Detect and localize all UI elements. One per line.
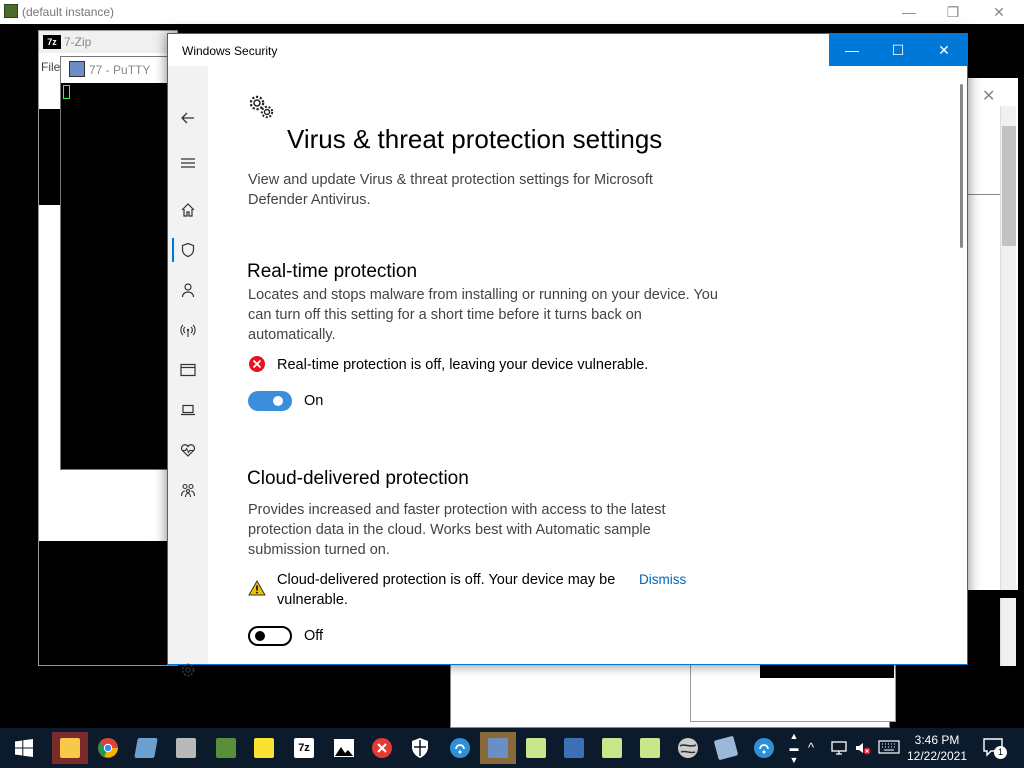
cloud-alert-line-2: vulnerable.	[277, 592, 348, 608]
back-arrow-icon[interactable]	[168, 106, 208, 130]
scrollbar[interactable]	[1000, 106, 1016, 666]
cloud-protection-heading: Cloud-delivered protection	[247, 468, 469, 489]
shield-icon[interactable]	[168, 238, 208, 262]
realtime-description-line-3: automatically.	[248, 327, 336, 343]
volume-muted-icon[interactable]	[854, 740, 872, 759]
putty-taskbar-icon[interactable]	[480, 732, 516, 764]
7zip-title: 7-Zip	[64, 35, 92, 49]
chrome-icon[interactable]	[90, 732, 126, 764]
close-icon[interactable]: ✕	[982, 86, 995, 106]
hyper-v-icon[interactable]	[128, 732, 164, 764]
file-explorer-icon[interactable]	[52, 732, 88, 764]
content-scrollbar[interactable]	[960, 84, 963, 248]
background-putty-window[interactable]: 77 - PuTTY	[60, 56, 180, 470]
page-title: Virus & threat protection settings	[287, 124, 663, 154]
realtime-toggle-label: On	[304, 393, 324, 409]
hamburger-menu-icon[interactable]	[168, 151, 208, 175]
minimize-button[interactable]: —	[829, 34, 875, 66]
show-hidden-icons-chevron-icon[interactable]: ^	[808, 740, 814, 755]
navigation-sidebar	[168, 66, 208, 677]
notification-center-icon[interactable]: 1	[982, 736, 1007, 760]
vm-restore-button[interactable]: ❐	[930, 2, 976, 22]
vm-app-icon	[4, 4, 18, 18]
network-app-icon[interactable]	[442, 732, 478, 764]
cloud-protection-toggle[interactable]	[248, 626, 292, 646]
app-browser-icon[interactable]	[168, 358, 208, 382]
clock[interactable]: 3:46 PM 12/22/2021	[900, 732, 974, 764]
laptop-icon[interactable]	[168, 398, 208, 422]
background-strip	[966, 590, 1018, 598]
window-titlebar[interactable]: Windows Security — ☐ ✕	[168, 34, 967, 66]
realtime-description-line-2: can turn off this setting for a short ti…	[248, 307, 642, 323]
start-button[interactable]	[6, 732, 42, 764]
network-app-2-icon[interactable]	[746, 732, 782, 764]
close-button[interactable]: ✕	[921, 34, 967, 66]
network-icon[interactable]	[830, 740, 848, 759]
realtime-description-line-1: Locates and stops malware from installin…	[248, 287, 718, 303]
clock-date: 12/22/2021	[906, 749, 968, 763]
gears-icon	[248, 94, 276, 127]
putty-icon	[69, 61, 85, 77]
vm-close-button[interactable]: ✕	[976, 2, 1022, 22]
background-strip-2	[760, 664, 894, 678]
notepad-icon[interactable]	[518, 732, 554, 764]
filezilla-icon[interactable]	[556, 732, 592, 764]
file-transfer-icon[interactable]	[708, 732, 744, 764]
terminal-cursor	[63, 85, 70, 99]
family-icon[interactable]	[168, 478, 208, 502]
windows-security-window: Windows Security — ☐ ✕ Virus & threat pr…	[167, 33, 968, 677]
toggle-knob	[255, 631, 265, 641]
home-icon[interactable]	[168, 198, 208, 222]
vm-minimize-button[interactable]: —	[886, 2, 932, 22]
disk-utility-icon[interactable]	[168, 732, 204, 764]
toggle-knob	[273, 396, 283, 406]
wireless-antenna-icon[interactable]	[168, 318, 208, 342]
7zip-taskbar-icon[interactable]: 7z	[286, 732, 322, 764]
cloud-description-line-3: submission turned on.	[248, 542, 390, 558]
keyboard-icon[interactable]	[878, 740, 900, 757]
close-app-icon[interactable]	[364, 732, 400, 764]
maximize-button[interactable]: ☐	[875, 34, 921, 66]
cloud-description-line-1: Provides increased and faster protection…	[248, 502, 666, 518]
divider	[966, 194, 1000, 195]
warning-triangle-icon	[248, 579, 266, 601]
realtime-alert-text: Real-time protection is off, leaving you…	[277, 357, 649, 373]
nav-active-indicator	[172, 238, 174, 262]
realtime-protection-heading: Real-time protection	[247, 261, 418, 282]
7zip-menu-file[interactable]: File	[41, 60, 60, 74]
7zip-content-area-lower	[39, 541, 177, 665]
notepad-2-icon[interactable]	[594, 732, 630, 764]
browser-icon[interactable]	[670, 732, 706, 764]
taskbar-scroll-buttons[interactable]: ▲ ▬ ▼	[786, 728, 802, 768]
dismiss-link[interactable]: Dismiss	[639, 572, 686, 587]
cloud-alert-line-1: Cloud-delivered protection is off. Your …	[277, 572, 616, 588]
background-right-window[interactable]: ✕	[966, 78, 1018, 666]
person-icon[interactable]	[168, 278, 208, 302]
minecraft-icon[interactable]	[208, 732, 244, 764]
vm-title: (default instance)	[22, 5, 115, 19]
vm-titlebar: (default instance) — ❐ ✕	[0, 0, 1024, 24]
cloud-toggle-label: Off	[304, 628, 324, 644]
windows-security-taskbar-icon[interactable]	[402, 732, 438, 764]
putty-titlebar[interactable]: 77 - PuTTY	[61, 57, 179, 83]
cloud-description-line-2: protection data in the cloud. Works best…	[248, 522, 651, 538]
window-title: Windows Security	[182, 44, 278, 58]
error-x-icon	[248, 355, 266, 378]
notification-count-badge: 1	[994, 746, 1007, 759]
taskbar: 7z ▲ ▬ ▼ ^ 3:46 PM 12/22/2021 1	[0, 728, 1024, 768]
heart-pulse-icon[interactable]	[168, 438, 208, 462]
settings-gear-icon[interactable]	[168, 658, 208, 682]
clock-time: 3:46 PM	[914, 733, 960, 747]
realtime-protection-toggle[interactable]	[248, 391, 292, 411]
7zip-titlebar[interactable]: 7z 7-Zip	[39, 31, 177, 53]
7zip-icon: 7z	[43, 35, 61, 49]
page-description: View and update Virus & threat protectio…	[248, 172, 653, 208]
notepad-3-icon[interactable]	[632, 732, 668, 764]
putty-title: 77 - PuTTY	[89, 63, 151, 77]
sticky-notes-icon[interactable]	[246, 732, 282, 764]
main-content: Virus & threat protection settings View …	[208, 66, 966, 664]
photos-icon[interactable]	[326, 732, 362, 764]
scrollbar-thumb[interactable]	[1002, 126, 1016, 246]
